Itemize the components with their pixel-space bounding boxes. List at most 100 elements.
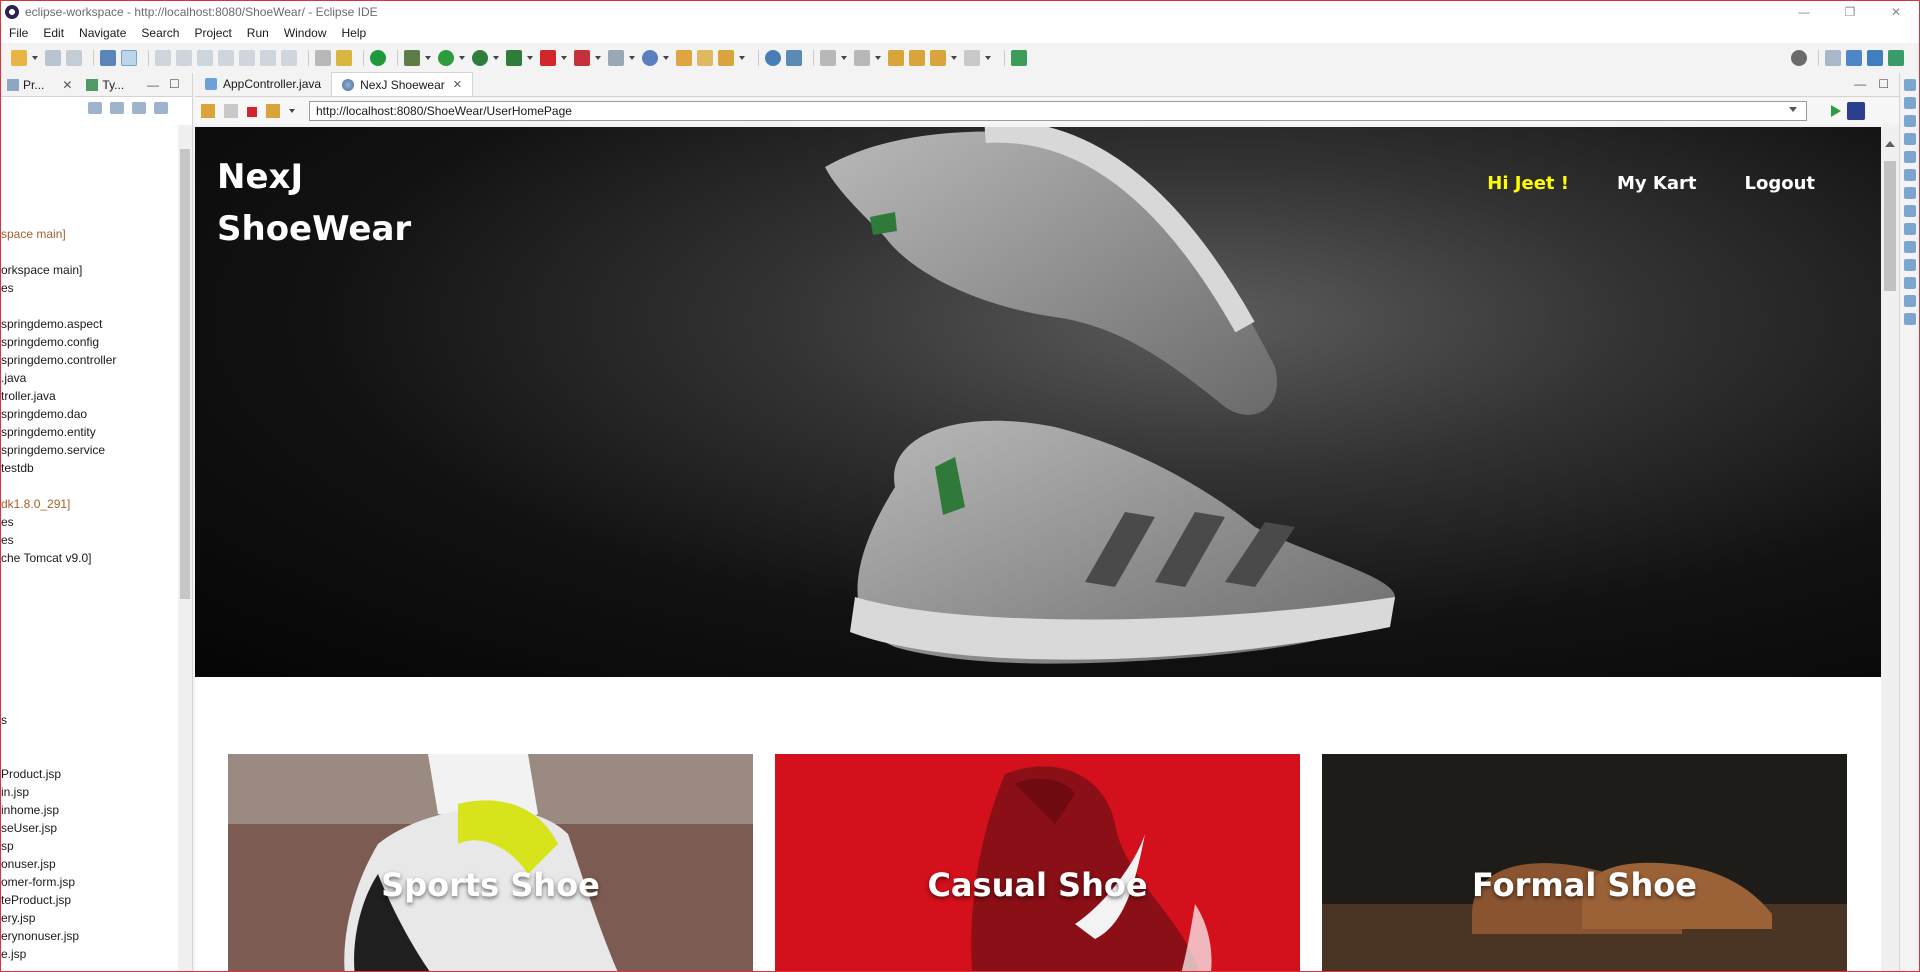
back-dropdown-icon[interactable] (951, 56, 957, 60)
external-tools-dropdown-icon[interactable] (527, 56, 533, 60)
tree-item[interactable]: sp (1, 837, 173, 855)
menu-project[interactable]: Project (194, 26, 231, 40)
forward-icon[interactable] (964, 50, 980, 66)
tree-item[interactable] (1, 603, 173, 621)
tree-item[interactable] (1, 621, 173, 639)
terminate-icon[interactable] (197, 50, 213, 66)
forward-edit-icon[interactable] (909, 50, 925, 66)
minimize-view-icon[interactable]: — (147, 78, 159, 92)
menu-navigate[interactable]: Navigate (79, 26, 126, 40)
minimize-button[interactable]: — (1781, 1, 1827, 23)
tree-item[interactable] (1, 297, 173, 315)
class-dropdown-icon[interactable] (663, 56, 669, 60)
terminal-icon[interactable] (100, 50, 116, 66)
forward-arrow-icon[interactable] (224, 104, 238, 118)
tree-item[interactable] (1, 657, 173, 675)
coverage-dropdown-icon[interactable] (493, 56, 499, 60)
tree-item[interactable] (1, 729, 173, 747)
collapse-all-icon[interactable] (88, 102, 102, 114)
pin-editor-icon[interactable] (1011, 50, 1027, 66)
debug-perspective-icon[interactable] (1867, 50, 1883, 66)
tree-item[interactable]: Product.jsp (1, 765, 173, 783)
explorer-scrollbar[interactable] (178, 125, 192, 971)
search-pin-icon[interactable] (718, 50, 734, 66)
server-start-icon[interactable] (370, 50, 386, 66)
junit-view-icon[interactable] (1904, 277, 1916, 289)
view-menu-icon[interactable] (154, 102, 168, 114)
step-into-icon[interactable] (239, 50, 255, 66)
open-external-browser-icon[interactable] (1847, 102, 1865, 120)
back-icon[interactable] (930, 50, 946, 66)
use-step-filters-icon[interactable] (336, 50, 352, 66)
previous-annotation-icon[interactable] (854, 50, 870, 66)
tree-item[interactable]: e.jsp (1, 945, 173, 963)
menu-search[interactable]: Search (141, 26, 179, 40)
maximize-editor-icon[interactable]: ☐ (1878, 77, 1889, 91)
sports-shoe-card[interactable]: Sports Shoe (228, 754, 753, 971)
run-icon[interactable] (438, 50, 454, 66)
filter-icon[interactable] (132, 102, 146, 114)
tree-item[interactable]: springdemo.service (1, 441, 173, 459)
tree-item[interactable]: es (1, 279, 173, 297)
restore-view-icon[interactable] (1904, 133, 1916, 145)
tree-item[interactable]: springdemo.dao (1, 405, 173, 423)
scrollbar-thumb[interactable] (180, 149, 190, 599)
new-dropdown-icon[interactable] (32, 56, 38, 60)
properties-view-icon[interactable] (1904, 169, 1916, 181)
debug-view-icon[interactable] (1904, 313, 1916, 325)
maximize-view-icon[interactable]: ☐ (169, 77, 180, 91)
close-icon[interactable]: ✕ (62, 78, 72, 92)
formal-shoe-card[interactable]: Formal Shoe (1322, 754, 1847, 971)
tree-item[interactable]: springdemo.config (1, 333, 173, 351)
tree-item[interactable]: onuser.jsp (1, 855, 173, 873)
logout-link[interactable]: Logout (1744, 173, 1815, 194)
previous-annotation-dropdown-icon[interactable] (875, 56, 881, 60)
save-icon[interactable] (45, 50, 61, 66)
open-web-browser-icon[interactable] (765, 50, 781, 66)
tree-item[interactable]: s (1, 711, 173, 729)
profile-icon[interactable] (574, 50, 590, 66)
page-scrollbar[interactable] (1881, 127, 1899, 971)
java-ee-perspective-icon[interactable] (1846, 50, 1862, 66)
close-tab-icon[interactable]: ✕ (453, 78, 462, 91)
new-icon[interactable] (11, 50, 27, 66)
tree-item[interactable]: springdemo.entity (1, 423, 173, 441)
tree-item[interactable] (1, 585, 173, 603)
task-list-icon[interactable] (1904, 115, 1916, 127)
new-java-package-icon[interactable] (608, 50, 624, 66)
scroll-up-icon[interactable] (1885, 141, 1895, 147)
stop-dropdown-icon[interactable] (561, 56, 567, 60)
close-window-button[interactable]: ✕ (1873, 1, 1919, 23)
package-dropdown-icon[interactable] (629, 56, 635, 60)
go-icon[interactable] (1831, 105, 1841, 117)
tree-item[interactable] (1, 477, 173, 495)
search-dropdown-icon[interactable] (739, 56, 745, 60)
url-history-dropdown-icon[interactable] (1789, 107, 1797, 112)
tree-item[interactable]: ery.jsp (1, 909, 173, 927)
tree-item[interactable]: testdb (1, 459, 173, 477)
menu-window[interactable]: Window (284, 26, 327, 40)
progress-view-icon[interactable] (1904, 259, 1916, 271)
save-all-icon[interactable] (66, 50, 82, 66)
tree-item[interactable]: dk1.8.0_291] (1, 495, 173, 513)
tree-item[interactable]: springdemo.controller (1, 351, 173, 369)
tree-item[interactable]: space main] (1, 225, 173, 243)
tab-appcontroller[interactable]: AppController.java (195, 72, 331, 96)
tree-item[interactable] (1, 675, 173, 693)
tree-item[interactable] (1, 567, 173, 585)
menu-help[interactable]: Help (342, 26, 367, 40)
brand-logo[interactable]: NexJ ShoeWear (217, 151, 411, 255)
open-perspective-icon[interactable] (1825, 50, 1841, 66)
step-return-icon[interactable] (281, 50, 297, 66)
restore-view-icon[interactable] (1904, 79, 1916, 91)
annotation-icon[interactable] (786, 50, 802, 66)
my-kart-link[interactable]: My Kart (1617, 173, 1697, 194)
resume-icon[interactable] (155, 50, 171, 66)
scrollbar-thumb[interactable] (1884, 161, 1896, 291)
stop-server-icon[interactable] (540, 50, 556, 66)
menu-run[interactable]: Run (247, 26, 269, 40)
java-perspective-icon[interactable] (1888, 50, 1904, 66)
search-icon[interactable] (1791, 50, 1807, 66)
back-arrow-icon[interactable] (201, 104, 215, 118)
tab-type-hierarchy[interactable]: Ty... (86, 78, 124, 92)
